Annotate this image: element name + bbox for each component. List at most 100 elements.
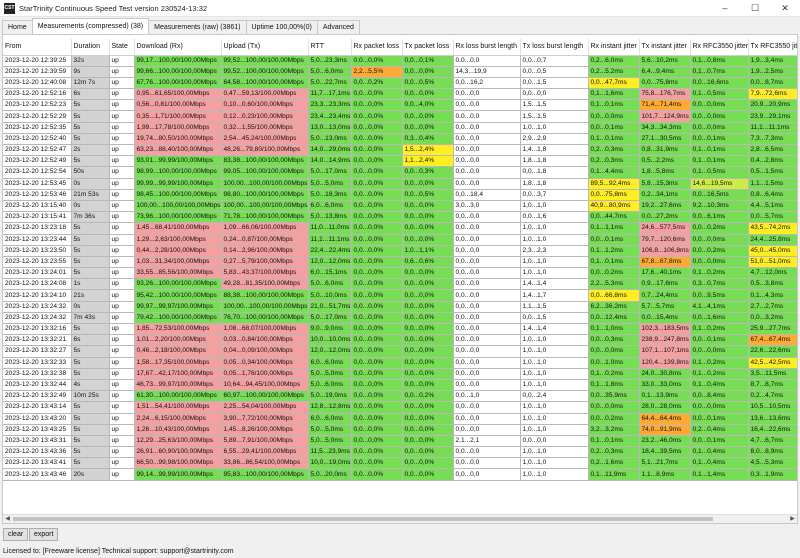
table-row[interactable]: 2023-12-20 13:43:25 5s up 1,26...10,43/100,… bbox=[3, 424, 797, 436]
table-row[interactable]: 2023-12-20 13:43:36 5s up 26,91...60,90/100… bbox=[3, 446, 797, 459]
column-header[interactable]: Tx RFC3550 jitter bbox=[748, 39, 797, 56]
scrollbar-thumb[interactable] bbox=[13, 517, 713, 521]
table-cell: up bbox=[109, 368, 135, 380]
table-row[interactable]: 2023-12-20 13:24:08 1s up 93,26...100,00/10… bbox=[3, 278, 797, 291]
table-cell: 1,0...1,1% bbox=[402, 245, 454, 257]
tab-home[interactable]: Home bbox=[2, 20, 33, 34]
table-cell: 0,0...0,2ms bbox=[588, 413, 640, 425]
column-header[interactable]: Tx packet loss bbox=[402, 39, 454, 56]
table-cell: 1,4...1,4 bbox=[520, 278, 589, 291]
tab-uptime[interactable]: Uptime 100,00%(0) bbox=[245, 20, 318, 34]
export-button[interactable]: export bbox=[29, 528, 59, 541]
table-row[interactable]: 2023-12-20 13:32:21 6s up 1,01...2,20/100,0… bbox=[3, 334, 797, 347]
horizontal-scrollbar[interactable]: ◀ ▶ bbox=[3, 514, 797, 523]
table-row[interactable]: 2023-12-20 13:24:01 5s up 33,55...85,56/100… bbox=[3, 267, 797, 280]
table-row[interactable]: 2023-12-20 13:23:44 5s up 1,29...2,63/100,0… bbox=[3, 234, 797, 246]
column-header[interactable]: Rx packet loss bbox=[351, 39, 403, 56]
table-row[interactable]: 2023-12-20 13:24:10 21s up 95,42...100,00/1… bbox=[3, 289, 797, 302]
table-cell: 0,0...0,0 bbox=[453, 234, 521, 246]
table-cell: 0,1...0,8ms bbox=[690, 55, 749, 67]
table-row[interactable]: 2023-12-20 13:32:27 5s up 0,46...2,18/100,0… bbox=[3, 345, 797, 358]
table-cell: 2023-12-20 13:23:55 bbox=[3, 256, 72, 269]
table-row[interactable]: 2023-12-20 13:24:32 0s up 99,97...99,97/100… bbox=[3, 301, 797, 313]
table-cell: 99,14...99,99/100,00Mbps bbox=[134, 468, 222, 481]
table-row[interactable]: 2023-12-20 12:53:45 0s up 99,99...99,99/100… bbox=[3, 178, 797, 190]
table-row[interactable]: 2023-12-20 12:39:25 32s up 99,17...100,00/1… bbox=[3, 55, 797, 67]
table-row[interactable]: 2023-12-20 13:32:49 10m 25s up 61,30...100,… bbox=[3, 390, 797, 403]
column-header[interactable]: Rx instant jitter bbox=[588, 39, 640, 56]
column-header[interactable]: Rx loss burst length bbox=[453, 39, 521, 56]
column-header[interactable]: Rx RFC3550 jitter bbox=[690, 39, 749, 56]
table-cell: 1,5...1,5 bbox=[520, 99, 589, 112]
table-row[interactable]: 2023-12-20 13:32:44 4s up 46,73...99,97/100… bbox=[3, 379, 797, 392]
table-row[interactable]: 2023-12-20 13:43:46 20s up 99,14...99,99/10… bbox=[3, 468, 797, 481]
table-cell: 2023-12-20 12:53:46 bbox=[3, 189, 72, 201]
table-cell: 5s bbox=[71, 435, 110, 448]
table-cell: 0,2...0,3ms bbox=[588, 446, 640, 459]
column-header[interactable]: Duration bbox=[71, 39, 110, 56]
table-cell: 5s bbox=[71, 446, 110, 459]
close-button[interactable]: ✕ bbox=[770, 0, 800, 17]
table-cell: 76,70...100,00/100,00Mbps bbox=[221, 312, 309, 325]
table-cell: up bbox=[109, 424, 135, 436]
table-row[interactable]: 2023-12-20 12:52:40 5s up 19,74...80,50/100… bbox=[3, 133, 797, 146]
scroll-left-icon[interactable]: ◀ bbox=[3, 515, 12, 523]
table-row[interactable]: 2023-12-20 13:23:18 5s up 1,45...68,41/100,… bbox=[3, 222, 797, 235]
table-row[interactable]: 2023-12-20 12:53:46 21m 53s up 98,45...100,… bbox=[3, 189, 797, 201]
table-cell: 0,0...0,0% bbox=[351, 323, 403, 336]
table-cell: 0,0...8,4ms bbox=[690, 390, 749, 403]
tab-measurements-raw[interactable]: Measurements (raw) (3861) bbox=[148, 20, 247, 34]
table-row[interactable]: 2023-12-20 12:52:54 50s up 98,99...100,00/1… bbox=[3, 166, 797, 179]
maximize-button[interactable]: ☐ bbox=[740, 0, 770, 17]
table-row[interactable]: 2023-12-20 13:32:38 5s up 17,67...42,17/100… bbox=[3, 368, 797, 380]
table-cell: 10,0...10,0ms bbox=[308, 334, 352, 347]
table-cell: 32s bbox=[71, 55, 110, 67]
table-cell: 1,58...17,35/100,00Mbps bbox=[134, 357, 222, 369]
scroll-right-icon[interactable]: ▶ bbox=[788, 515, 797, 523]
column-header[interactable]: Download (Rx) bbox=[134, 39, 222, 56]
table-row[interactable]: 2023-12-20 12:52:35 5s up 1,99...17,78/100,… bbox=[3, 122, 797, 134]
clear-button[interactable]: clear bbox=[3, 528, 29, 541]
table-row[interactable]: 2023-12-20 13:32:33 5s up 1,58...17,35/100,… bbox=[3, 357, 797, 369]
table-cell: 5,7...5,7ms bbox=[639, 301, 691, 313]
table-row[interactable]: 2023-12-20 12:52:47 2s up 63,23...88,40/100… bbox=[3, 144, 797, 157]
column-header[interactable]: Tx loss burst length bbox=[520, 39, 589, 56]
table-cell: 89,5...92,4ms bbox=[588, 178, 640, 190]
column-header[interactable]: State bbox=[109, 39, 135, 56]
table-cell: 88,38...100,00/100,00Mbps bbox=[221, 289, 309, 302]
tab-measurements-compressed[interactable]: Measurements (compressed) (38) bbox=[31, 18, 150, 34]
table-cell: 5,0...18,3ms bbox=[308, 189, 352, 201]
table-cell: 0,5...1,5ms bbox=[748, 166, 797, 179]
column-header[interactable]: RTT bbox=[308, 39, 352, 56]
table-row[interactable]: 2023-12-20 13:32:16 5s up 1,85...72,53/100,… bbox=[3, 323, 797, 336]
table-row[interactable]: 2023-12-20 12:39:59 9s up 99,66...100,00/10… bbox=[3, 66, 797, 78]
tab-advanced[interactable]: Advanced bbox=[316, 20, 360, 34]
table-row[interactable]: 2023-12-20 12:52:49 5s up 93,01...99,99/100… bbox=[3, 155, 797, 168]
table-row[interactable]: 2023-12-20 13:15:40 0s up 100,00...100,00/1… bbox=[3, 200, 797, 213]
table-row[interactable]: 2023-12-20 13:23:55 5s up 1,03...31,34/100,… bbox=[3, 256, 797, 269]
table-row[interactable]: 2023-12-20 12:52:16 6s up 0,95...61,65/100,… bbox=[3, 88, 797, 101]
column-header[interactable]: Tx instant jitter bbox=[639, 39, 691, 56]
table-cell: 79,7...120,6ms bbox=[639, 234, 691, 246]
table-row[interactable]: 2023-12-20 13:24:32 7m 43s up 79,42...100,0… bbox=[3, 312, 797, 325]
table-row[interactable]: 2023-12-20 12:52:29 5s up 0,35...1,71/100,0… bbox=[3, 110, 797, 123]
column-header[interactable]: From bbox=[3, 39, 72, 56]
table-row[interactable]: 2023-12-20 13:23:50 5s up 0,44...2,28/100,0… bbox=[3, 245, 797, 257]
table-row[interactable]: 2023-12-20 13:15:41 7m 36s up 73,96...100,0… bbox=[3, 211, 797, 224]
table-cell: 0,0...0,2% bbox=[351, 77, 403, 90]
table-cell: up bbox=[109, 457, 135, 470]
table-row[interactable]: 2023-12-20 13:43:41 5s up 66,50...99,98/100… bbox=[3, 457, 797, 470]
table-row[interactable]: 2023-12-20 12:52:23 5s up 0,56...0,81/100,0… bbox=[3, 99, 797, 112]
table-cell: 0,0...0,0% bbox=[402, 446, 454, 459]
table-row[interactable]: 2023-12-20 13:43:20 5s up 2,24...6,15/100,0… bbox=[3, 413, 797, 425]
table-cell: 0,24...0,87/100,00Mbps bbox=[221, 234, 309, 246]
table-cell: 1,0...1,0 bbox=[520, 334, 589, 347]
table-row[interactable]: 2023-12-20 12:40:08 12m 7s up 67,76...100,0… bbox=[3, 77, 797, 90]
table-cell: 2023-12-20 13:32:33 bbox=[3, 357, 72, 369]
table-cell: 43,5...74,2ms bbox=[748, 222, 797, 235]
table-cell: 64,4...64,4ms bbox=[639, 413, 691, 425]
column-header[interactable]: Upload (Tx) bbox=[221, 39, 309, 56]
minimize-button[interactable]: – bbox=[710, 0, 740, 17]
table-row[interactable]: 2023-12-20 13:43:31 5s up 12,29...25,63/100… bbox=[3, 435, 797, 448]
table-row[interactable]: 2023-12-20 13:43:14 5s up 1,51...54,41/100,… bbox=[3, 401, 797, 414]
